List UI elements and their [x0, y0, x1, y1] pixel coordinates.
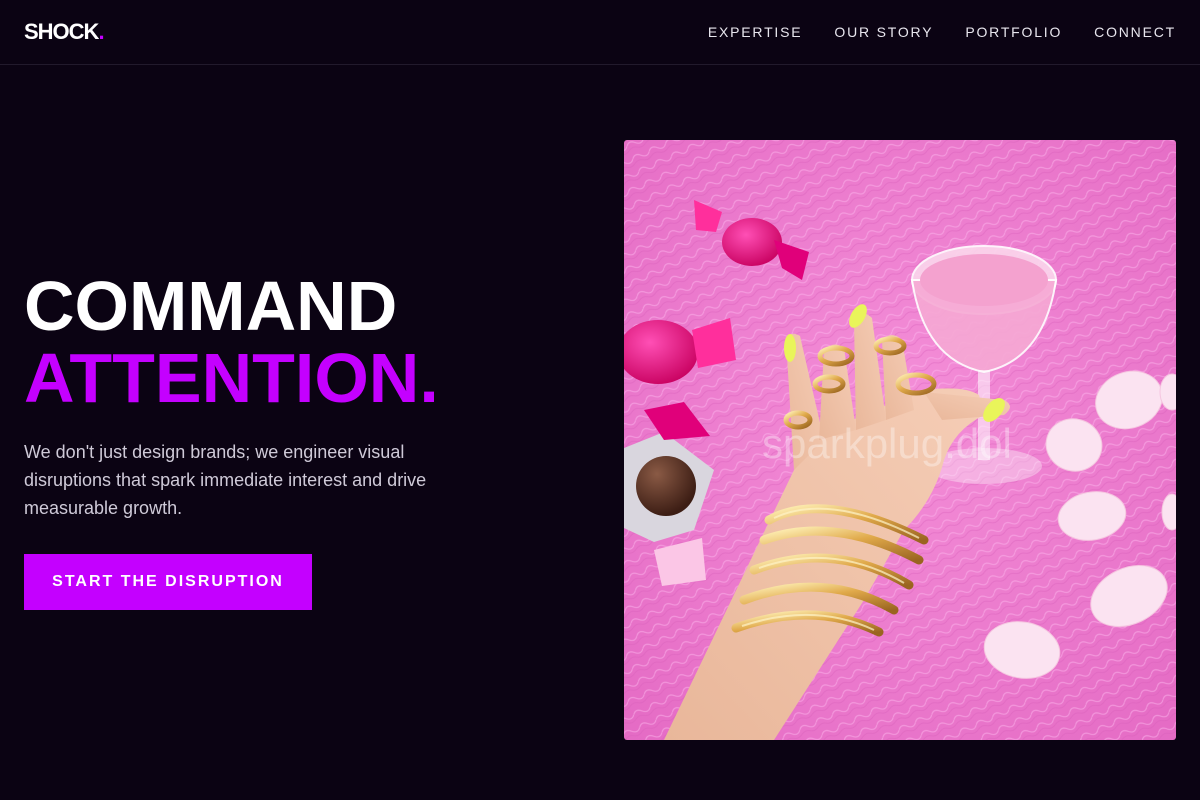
hero-photo-illustration: sparkplug.dol — [624, 140, 1176, 740]
nav-item-our-story[interactable]: OUR STORY — [834, 22, 933, 42]
start-disruption-button[interactable]: START THE DISRUPTION — [24, 554, 312, 610]
image-watermark: sparkplug.dol — [762, 420, 1012, 467]
brand-name: SHOCK — [24, 19, 99, 44]
top-navigation-bar: SHOCK. EXPERTISE OUR STORY PORTFOLIO CON… — [0, 0, 1200, 65]
nav-item-connect[interactable]: CONNECT — [1094, 22, 1176, 42]
hero-description: We don't just design brands; we engineer… — [24, 442, 427, 518]
hero-image: sparkplug.dol — [624, 140, 1176, 740]
brand-logo[interactable]: SHOCK. — [24, 18, 105, 46]
nav-item-portfolio[interactable]: PORTFOLIO — [965, 22, 1062, 42]
nav-item-expertise[interactable]: EXPERTISE — [708, 22, 803, 42]
hero-title-line-1: COMMAND — [24, 267, 398, 345]
hero-title-line-2: ATTENTION. — [24, 339, 439, 417]
hero-title: COMMAND ATTENTION. — [24, 270, 439, 414]
main-nav: EXPERTISE OUR STORY PORTFOLIO CONNECT — [708, 22, 1176, 42]
brand-logo-dot: . — [98, 19, 104, 44]
